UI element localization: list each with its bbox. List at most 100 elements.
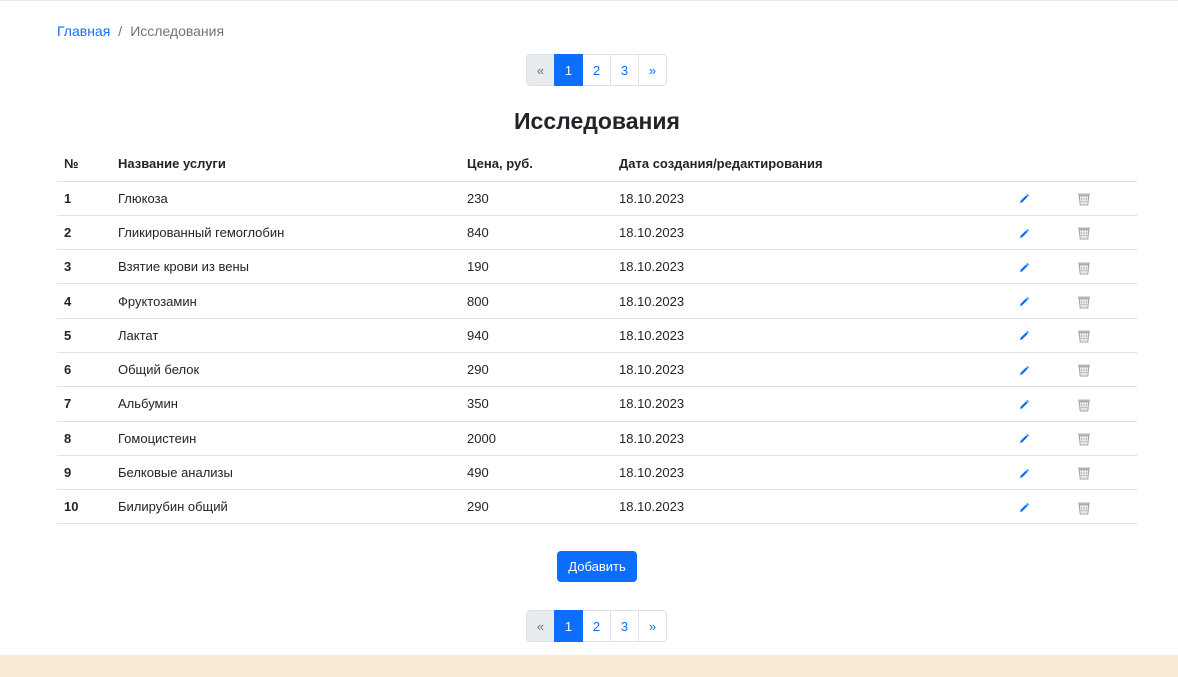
breadcrumb-current: Исследования	[130, 23, 225, 39]
page-title: Исследования	[514, 108, 680, 134]
trash-icon[interactable]	[1077, 465, 1091, 481]
table-row: 4 Фруктозамин 800 18.10.2023	[57, 283, 1137, 319]
row-date: 18.10.2023	[612, 386, 1009, 422]
pencil-icon[interactable]	[1018, 191, 1030, 206]
trash-icon[interactable]	[1077, 328, 1091, 344]
trash-icon[interactable]	[1077, 259, 1091, 275]
edit-cell	[1009, 352, 1069, 388]
delete-cell	[1069, 386, 1137, 422]
edit-cell	[1009, 215, 1069, 251]
breadcrumb: Главная / Исследования	[57, 23, 224, 40]
row-name: Билирубин общий	[111, 489, 460, 525]
header-name: Название услуги	[111, 147, 460, 182]
table-row: 1 Глюкоза 230 18.10.2023	[57, 181, 1137, 216]
trash-icon[interactable]	[1077, 499, 1091, 515]
add-button[interactable]: Добавить	[557, 551, 637, 582]
pagination-page-2[interactable]: 2	[582, 610, 611, 642]
delete-cell	[1069, 421, 1137, 456]
delete-cell	[1069, 489, 1137, 525]
pencil-icon[interactable]	[1018, 294, 1030, 309]
row-name: Общий белок	[111, 352, 460, 388]
edit-cell	[1009, 249, 1069, 285]
pagination-page-3[interactable]: 3	[610, 610, 639, 642]
header-edit	[1009, 147, 1069, 182]
row-num: 7	[57, 386, 111, 422]
delete-cell	[1069, 455, 1137, 491]
header-num: №	[57, 147, 111, 182]
row-date: 18.10.2023	[612, 421, 1009, 456]
table-row: 10 Билирубин общий 290 18.10.2023	[57, 489, 1137, 525]
row-num: 9	[57, 455, 111, 491]
row-num: 10	[57, 489, 111, 525]
row-name: Лактат	[111, 318, 460, 353]
row-price: 230	[460, 181, 612, 216]
trash-icon[interactable]	[1077, 190, 1091, 206]
pencil-icon[interactable]	[1018, 362, 1030, 377]
trash-icon[interactable]	[1077, 362, 1091, 378]
pagination-bottom: « 1 2 3 »	[526, 610, 667, 642]
pagination-prev[interactable]: «	[526, 54, 555, 86]
row-name: Гомоцистеин	[111, 421, 460, 456]
row-num: 3	[57, 249, 111, 285]
edit-cell	[1009, 489, 1069, 525]
pencil-icon[interactable]	[1018, 259, 1030, 274]
delete-cell	[1069, 181, 1137, 216]
pagination-page-2[interactable]: 2	[582, 54, 611, 86]
row-num: 6	[57, 352, 111, 388]
trash-icon[interactable]	[1077, 396, 1091, 412]
row-price: 290	[460, 489, 612, 525]
pagination-next[interactable]: »	[638, 610, 667, 642]
pagination-page-1[interactable]: 1	[554, 610, 583, 642]
delete-cell	[1069, 352, 1137, 388]
pagination-page-3[interactable]: 3	[610, 54, 639, 86]
pagination-prev[interactable]: «	[526, 610, 555, 642]
row-name: Гликированный гемоглобин	[111, 215, 460, 251]
table-row: 3 Взятие крови из вены 190 18.10.2023	[57, 249, 1137, 285]
pencil-icon[interactable]	[1018, 328, 1030, 343]
row-name: Фруктозамин	[111, 283, 460, 319]
pencil-icon[interactable]	[1018, 499, 1030, 514]
row-price: 840	[460, 215, 612, 251]
trash-icon[interactable]	[1077, 430, 1091, 446]
edit-cell	[1009, 386, 1069, 422]
row-name: Альбумин	[111, 386, 460, 422]
row-date: 18.10.2023	[612, 283, 1009, 319]
edit-cell	[1009, 455, 1069, 491]
pencil-icon[interactable]	[1018, 396, 1030, 411]
services-table: № Название услуги Цена, руб. Дата создан…	[57, 147, 1137, 525]
delete-cell	[1069, 318, 1137, 353]
row-price: 290	[460, 352, 612, 388]
row-date: 18.10.2023	[612, 352, 1009, 388]
row-price: 190	[460, 249, 612, 285]
table-header-row: № Название услуги Цена, руб. Дата создан…	[57, 147, 1137, 182]
row-price: 490	[460, 455, 612, 491]
header-price: Цена, руб.	[460, 147, 612, 182]
row-price: 350	[460, 386, 612, 422]
row-name: Глюкоза	[111, 181, 460, 216]
delete-cell	[1069, 283, 1137, 319]
row-num: 1	[57, 181, 111, 216]
row-price: 800	[460, 283, 612, 319]
row-date: 18.10.2023	[612, 215, 1009, 251]
table-row: 6 Общий белок 290 18.10.2023	[57, 352, 1137, 388]
pencil-icon[interactable]	[1018, 465, 1030, 480]
pagination-next[interactable]: »	[638, 54, 667, 86]
header-delete	[1069, 147, 1137, 182]
row-name: Взятие крови из вены	[111, 249, 460, 285]
edit-cell	[1009, 318, 1069, 353]
row-price: 940	[460, 318, 612, 353]
delete-cell	[1069, 215, 1137, 251]
header-date: Дата создания/редактирования	[612, 147, 1009, 182]
trash-icon[interactable]	[1077, 225, 1091, 241]
row-num: 8	[57, 421, 111, 456]
pencil-icon[interactable]	[1018, 431, 1030, 446]
breadcrumb-home-link[interactable]: Главная	[57, 23, 110, 39]
footer-band	[0, 655, 1178, 677]
edit-cell	[1009, 421, 1069, 456]
pencil-icon[interactable]	[1018, 225, 1030, 240]
pagination-page-1[interactable]: 1	[554, 54, 583, 86]
trash-icon[interactable]	[1077, 293, 1091, 309]
row-price: 2000	[460, 421, 612, 456]
table-row: 5 Лактат 940 18.10.2023	[57, 318, 1137, 353]
row-name: Белковые анализы	[111, 455, 460, 491]
